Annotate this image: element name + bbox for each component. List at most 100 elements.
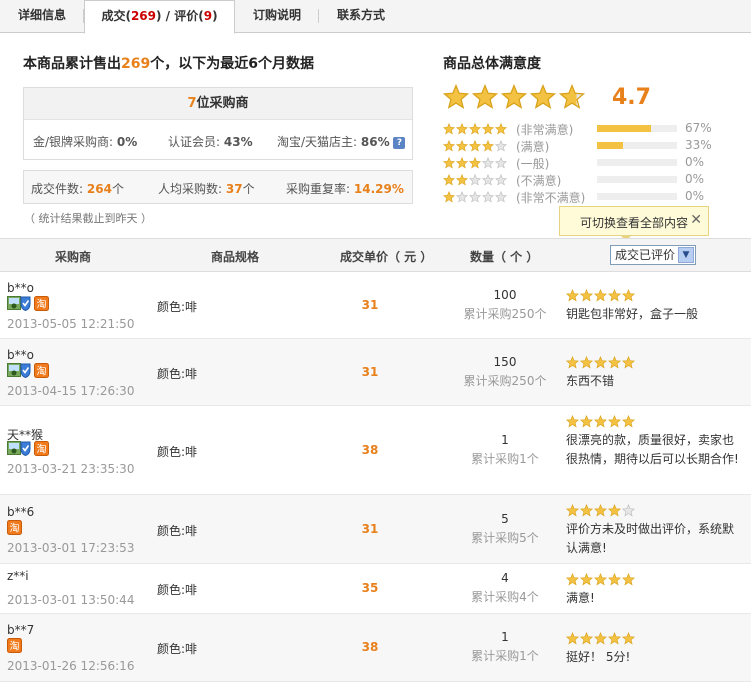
tab-order-info[interactable]: 订购说明 <box>235 0 319 33</box>
gold-buyer-label: 金/银牌采购商: <box>33 135 114 149</box>
quantity: 5 <box>501 511 509 526</box>
table-row: 天**猴淘 2013-03-21 23:35:30 颜色:啡 38 1 累计采购1个 很漂亮… <box>0 406 751 495</box>
rating-dist-fill <box>597 142 624 149</box>
chevron-down-icon[interactable]: ▼ <box>678 247 694 263</box>
member-label: 认证会员: <box>168 135 221 149</box>
verified-member-icon <box>7 295 31 311</box>
header-buyer: 采购商 <box>55 250 92 264</box>
review-comment: 东西不错 <box>566 374 615 388</box>
buyer-name: z**i <box>7 569 29 583</box>
star-icon <box>566 289 579 302</box>
product-spec: 颜色:啡 <box>157 366 198 381</box>
help-icon[interactable]: ? <box>393 136 406 149</box>
rating-dist-bar <box>597 193 677 200</box>
review-comment: 评价方未及时做出评价，系统默认满意! <box>566 521 735 555</box>
star-icon <box>456 140 468 152</box>
star-icon <box>482 174 494 186</box>
deals-value: 264 <box>86 182 112 196</box>
rating-dist-bar <box>597 159 677 166</box>
star-icon <box>443 191 455 203</box>
sales-total-count: 269 <box>121 56 151 72</box>
quantity: 150 <box>493 354 517 369</box>
star-icon <box>622 572 635 585</box>
star-icon <box>594 289 607 302</box>
tab-deals-reviews[interactable]: 成交(269) / 评价(9) <box>84 0 235 34</box>
star-icon <box>530 84 556 109</box>
star-icon <box>469 157 481 169</box>
table-row: z**i 2013-03-01 13:50:44 颜色:啡 35 4 累计采购4个 满意! <box>0 564 751 614</box>
rating-dist-label: (满意) <box>516 140 550 154</box>
star-icon <box>495 157 507 169</box>
star-icon <box>482 140 494 152</box>
deals-stat: 成交件数: 264个 <box>31 180 124 197</box>
tab-bar: 详细信息 成交(269) / 评价(9) 订购说明 联系方式 <box>0 0 751 34</box>
deals-unit: 个 <box>111 182 124 196</box>
tab-deals-close-paren: ) <box>212 9 218 23</box>
star-icon <box>594 356 607 369</box>
deal-date: 2013-03-01 17:23:53 <box>7 540 135 555</box>
close-icon[interactable]: ✕ <box>690 212 702 228</box>
star-icon <box>495 191 507 203</box>
buyer-name: b**7 <box>7 623 35 637</box>
repeat-rate-stat: 采购重复率: 14.29% <box>286 180 404 197</box>
quantity: 1 <box>501 630 509 644</box>
repeat-rate-value: 14.29% <box>353 182 404 196</box>
rating-dist-pct: 0% <box>685 155 705 169</box>
gold-buyer-value: 0% <box>116 135 138 149</box>
tab-contact[interactable]: 联系方式 <box>319 0 403 33</box>
review-comment: 挺好！ 5分! <box>566 649 631 664</box>
cumulative-purchase: 累计采购5个 <box>471 530 539 545</box>
unit-price: 31 <box>361 521 379 536</box>
purchase-stats-box: 成交件数: 264个 人均采购数: 37个 采购重复率: 14.29% <box>23 170 413 204</box>
overall-score: 4.7 <box>612 85 651 110</box>
taobao-value: 86% <box>360 135 390 149</box>
deal-date: 2013-05-05 12:21:50 <box>7 316 135 331</box>
star-icon <box>443 157 455 169</box>
tab-reviews-count: 9 <box>203 9 213 23</box>
star-icon <box>580 631 593 644</box>
rating-dist-pct: 0% <box>685 172 705 186</box>
deal-date: 2013-03-01 13:50:44 <box>7 593 135 607</box>
review-filter-value: 成交已评价 <box>615 248 676 262</box>
unit-price: 31 <box>361 297 379 312</box>
star-icon <box>566 503 579 516</box>
star-icon <box>608 503 621 516</box>
tab-reviews-label: ) / 评价( <box>156 9 204 23</box>
review-filter-select[interactable]: 成交已评价 ▼ <box>610 245 696 265</box>
svg-text:淘: 淘 <box>37 297 47 310</box>
taobao-icon: 淘 <box>7 519 22 535</box>
rating-dist-bar <box>597 142 677 149</box>
star-icon <box>482 157 494 169</box>
star-icon <box>469 174 481 186</box>
star-icon <box>443 140 455 152</box>
star-icon <box>580 503 593 516</box>
product-spec: 颜色:啡 <box>157 299 198 314</box>
switch-tooltip: 可切换查看全部内容 ✕ <box>559 206 709 241</box>
table-row: b**6 淘 2013-03-01 17:23:53 颜色:啡 31 5 累计采购5个 评价方… <box>0 495 751 564</box>
deals-label: 成交件数: <box>31 182 84 196</box>
tab-details[interactable]: 详细信息 <box>0 0 84 33</box>
tab-deals-label: 成交( <box>101 9 131 23</box>
unit-price: 38 <box>361 442 379 457</box>
rating-dist-pct: 0% <box>685 189 705 203</box>
sales-summary-title: 本商品累计售出269个，以下为最近6个月数据 <box>23 53 314 73</box>
rating-dist-pct: 67% <box>685 121 712 135</box>
svg-text:淘: 淘 <box>10 521 20 534</box>
star-icon <box>622 289 635 302</box>
product-spec: 颜色:啡 <box>157 523 198 538</box>
review-comment: 很漂亮的款，质量很好，卖家也很热情，期待以后可以长期合作! <box>566 433 739 466</box>
unit-price: 35 <box>361 581 379 595</box>
taobao-icon: 淘 <box>34 440 49 456</box>
deal-date: 2013-01-26 12:56:16 <box>7 659 135 673</box>
rating-dist-bar <box>597 176 677 183</box>
deal-date: 2013-03-21 23:35:30 <box>7 461 135 476</box>
star-icon <box>456 191 468 203</box>
star-icon <box>472 84 498 109</box>
taobao-icon: 淘 <box>7 638 22 653</box>
review-comment: 满意! <box>566 590 595 605</box>
verified-member-icon <box>7 362 31 378</box>
star-icon <box>608 631 621 644</box>
tab-contact-label: 联系方式 <box>336 8 385 22</box>
taobao-icon: 淘 <box>34 362 49 378</box>
sales-summary-pre: 本商品累计售出 <box>23 56 121 72</box>
